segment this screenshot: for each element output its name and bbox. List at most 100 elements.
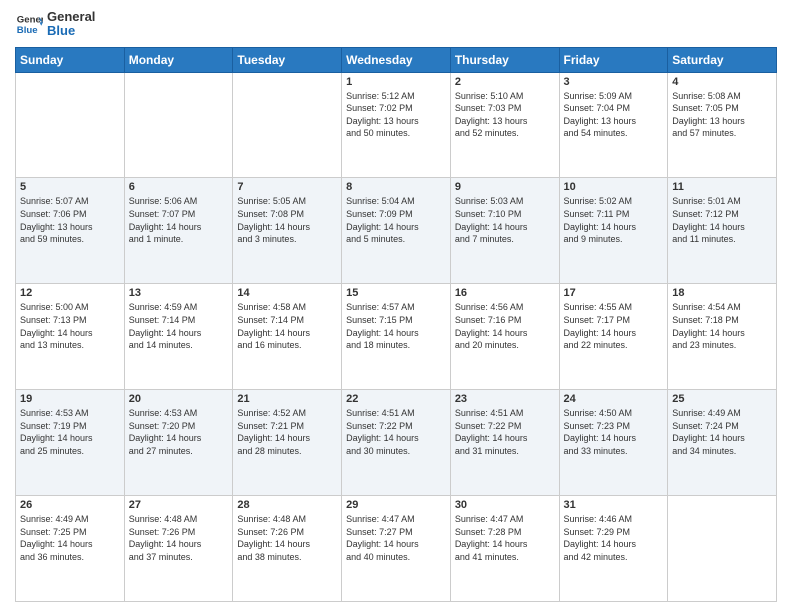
cell-content: Sunrise: 5:07 AMSunset: 7:06 PMDaylight:… — [20, 195, 120, 245]
col-saturday: Saturday — [668, 47, 777, 72]
day-number: 5 — [20, 181, 120, 193]
cell-content: Sunrise: 5:05 AMSunset: 7:08 PMDaylight:… — [237, 195, 337, 245]
cell-content: Sunrise: 5:01 AMSunset: 7:12 PMDaylight:… — [672, 195, 772, 245]
page: General Blue General Blue Sunday Monday … — [0, 0, 792, 612]
day-number: 16 — [455, 287, 555, 299]
calendar-cell: 25 Sunrise: 4:49 AMSunset: 7:24 PMDayligh… — [668, 390, 777, 496]
calendar-cell: 13 Sunrise: 4:59 AMSunset: 7:14 PMDayligh… — [124, 284, 233, 390]
calendar-table: Sunday Monday Tuesday Wednesday Thursday… — [15, 47, 777, 602]
cell-content: Sunrise: 4:48 AMSunset: 7:26 PMDaylight:… — [129, 513, 229, 563]
cell-content: Sunrise: 5:10 AMSunset: 7:03 PMDaylight:… — [455, 90, 555, 140]
cell-content: Sunrise: 4:50 AMSunset: 7:23 PMDaylight:… — [564, 407, 664, 457]
calendar-cell: 1Sunrise: 5:12 AMSunset: 7:02 PMDaylight… — [342, 72, 451, 178]
calendar-week-row: 26 Sunrise: 4:49 AMSunset: 7:25 PMDayligh… — [16, 496, 777, 602]
day-number: 9 — [455, 181, 555, 193]
cell-content: Sunrise: 5:12 AMSunset: 7:02 PMDaylight:… — [346, 90, 446, 140]
svg-text:Blue: Blue — [17, 25, 38, 36]
calendar-cell: 11 Sunrise: 5:01 AMSunset: 7:12 PMDayligh… — [668, 178, 777, 284]
day-number: 15 — [346, 287, 446, 299]
calendar-cell: 17 Sunrise: 4:55 AMSunset: 7:17 PMDayligh… — [559, 284, 668, 390]
day-number: 18 — [672, 287, 772, 299]
calendar-cell: 10 Sunrise: 5:02 AMSunset: 7:11 PMDayligh… — [559, 178, 668, 284]
col-wednesday: Wednesday — [342, 47, 451, 72]
cell-content: Sunrise: 4:53 AMSunset: 7:19 PMDaylight:… — [20, 407, 120, 457]
cell-content: Sunrise: 4:52 AMSunset: 7:21 PMDaylight:… — [237, 407, 337, 457]
logo-general: General — [47, 10, 95, 24]
calendar-cell: 3Sunrise: 5:09 AMSunset: 7:04 PMDaylight… — [559, 72, 668, 178]
cell-content: Sunrise: 5:03 AMSunset: 7:10 PMDaylight:… — [455, 195, 555, 245]
cell-content: Sunrise: 4:51 AMSunset: 7:22 PMDaylight:… — [346, 407, 446, 457]
calendar-cell: 12 Sunrise: 5:00 AMSunset: 7:13 PMDayligh… — [16, 284, 125, 390]
day-number: 2 — [455, 76, 555, 88]
svg-text:General: General — [17, 15, 43, 26]
calendar-cell: 15 Sunrise: 4:57 AMSunset: 7:15 PMDayligh… — [342, 284, 451, 390]
cell-content: Sunrise: 4:54 AMSunset: 7:18 PMDaylight:… — [672, 301, 772, 351]
calendar-cell: 8Sunrise: 5:04 AMSunset: 7:09 PMDaylight… — [342, 178, 451, 284]
calendar-cell: 14Sunrise: 4:58 AMSunset: 7:14 PMDayligh… — [233, 284, 342, 390]
calendar-cell: 6Sunrise: 5:06 AMSunset: 7:07 PMDaylight… — [124, 178, 233, 284]
cell-content: Sunrise: 4:51 AMSunset: 7:22 PMDaylight:… — [455, 407, 555, 457]
calendar-cell: 29 Sunrise: 4:47 AMSunset: 7:27 PMDayligh… — [342, 496, 451, 602]
calendar-cell: 20 Sunrise: 4:53 AMSunset: 7:20 PMDayligh… — [124, 390, 233, 496]
day-number: 13 — [129, 287, 229, 299]
calendar-cell: 2 Sunrise: 5:10 AMSunset: 7:03 PMDaylight… — [450, 72, 559, 178]
calendar-cell — [124, 72, 233, 178]
calendar-cell: 19 Sunrise: 4:53 AMSunset: 7:19 PMDayligh… — [16, 390, 125, 496]
day-number: 31 — [564, 499, 664, 511]
cell-content: Sunrise: 5:02 AMSunset: 7:11 PMDaylight:… — [564, 195, 664, 245]
calendar-cell: 5 Sunrise: 5:07 AMSunset: 7:06 PMDaylight… — [16, 178, 125, 284]
day-number: 28 — [237, 499, 337, 511]
logo-icon: General Blue — [15, 10, 43, 38]
calendar-cell: 16Sunrise: 4:56 AMSunset: 7:16 PMDayligh… — [450, 284, 559, 390]
header: General Blue General Blue — [15, 10, 777, 39]
day-number: 26 — [20, 499, 120, 511]
day-number: 14 — [237, 287, 337, 299]
cell-content: Sunrise: 4:46 AMSunset: 7:29 PMDaylight:… — [564, 513, 664, 563]
calendar-cell: 28 Sunrise: 4:48 AMSunset: 7:26 PMDayligh… — [233, 496, 342, 602]
col-tuesday: Tuesday — [233, 47, 342, 72]
cell-content: Sunrise: 5:06 AMSunset: 7:07 PMDaylight:… — [129, 195, 229, 245]
day-number: 27 — [129, 499, 229, 511]
day-number: 23 — [455, 393, 555, 405]
calendar-cell: 27 Sunrise: 4:48 AMSunset: 7:26 PMDayligh… — [124, 496, 233, 602]
day-number: 24 — [564, 393, 664, 405]
calendar-cell — [16, 72, 125, 178]
day-number: 29 — [346, 499, 446, 511]
calendar-cell: 9 Sunrise: 5:03 AMSunset: 7:10 PMDaylight… — [450, 178, 559, 284]
col-monday: Monday — [124, 47, 233, 72]
calendar-cell: 22Sunrise: 4:51 AMSunset: 7:22 PMDayligh… — [342, 390, 451, 496]
cell-content: Sunrise: 5:00 AMSunset: 7:13 PMDaylight:… — [20, 301, 120, 351]
cell-content: Sunrise: 4:53 AMSunset: 7:20 PMDaylight:… — [129, 407, 229, 457]
calendar-cell: 21Sunrise: 4:52 AMSunset: 7:21 PMDayligh… — [233, 390, 342, 496]
cell-content: Sunrise: 4:47 AMSunset: 7:27 PMDaylight:… — [346, 513, 446, 563]
day-number: 11 — [672, 181, 772, 193]
cell-content: Sunrise: 4:49 AMSunset: 7:25 PMDaylight:… — [20, 513, 120, 563]
day-number: 20 — [129, 393, 229, 405]
calendar-cell: 7 Sunrise: 5:05 AMSunset: 7:08 PMDaylight… — [233, 178, 342, 284]
logo: General Blue General Blue — [15, 10, 95, 39]
day-number: 12 — [20, 287, 120, 299]
day-number: 10 — [564, 181, 664, 193]
day-number: 25 — [672, 393, 772, 405]
day-number: 3 — [564, 76, 664, 88]
logo-blue: Blue — [47, 24, 95, 38]
calendar-header-row: Sunday Monday Tuesday Wednesday Thursday… — [16, 47, 777, 72]
day-number: 17 — [564, 287, 664, 299]
calendar-cell: 31 Sunrise: 4:46 AMSunset: 7:29 PMDayligh… — [559, 496, 668, 602]
day-number: 7 — [237, 181, 337, 193]
cell-content: Sunrise: 4:59 AMSunset: 7:14 PMDaylight:… — [129, 301, 229, 351]
cell-content: Sunrise: 4:48 AMSunset: 7:26 PMDaylight:… — [237, 513, 337, 563]
col-thursday: Thursday — [450, 47, 559, 72]
calendar-cell: 30Sunrise: 4:47 AMSunset: 7:28 PMDayligh… — [450, 496, 559, 602]
cell-content: Sunrise: 4:47 AMSunset: 7:28 PMDaylight:… — [455, 513, 555, 563]
calendar-cell — [668, 496, 777, 602]
cell-content: Sunrise: 4:57 AMSunset: 7:15 PMDaylight:… — [346, 301, 446, 351]
cell-content: Sunrise: 4:55 AMSunset: 7:17 PMDaylight:… — [564, 301, 664, 351]
day-number: 19 — [20, 393, 120, 405]
calendar-week-row: 5 Sunrise: 5:07 AMSunset: 7:06 PMDaylight… — [16, 178, 777, 284]
calendar-cell: 4Sunrise: 5:08 AMSunset: 7:05 PMDaylight… — [668, 72, 777, 178]
calendar-cell: 24 Sunrise: 4:50 AMSunset: 7:23 PMDayligh… — [559, 390, 668, 496]
cell-content: Sunrise: 5:08 AMSunset: 7:05 PMDaylight:… — [672, 90, 772, 140]
cell-content: Sunrise: 4:49 AMSunset: 7:24 PMDaylight:… — [672, 407, 772, 457]
calendar-cell — [233, 72, 342, 178]
